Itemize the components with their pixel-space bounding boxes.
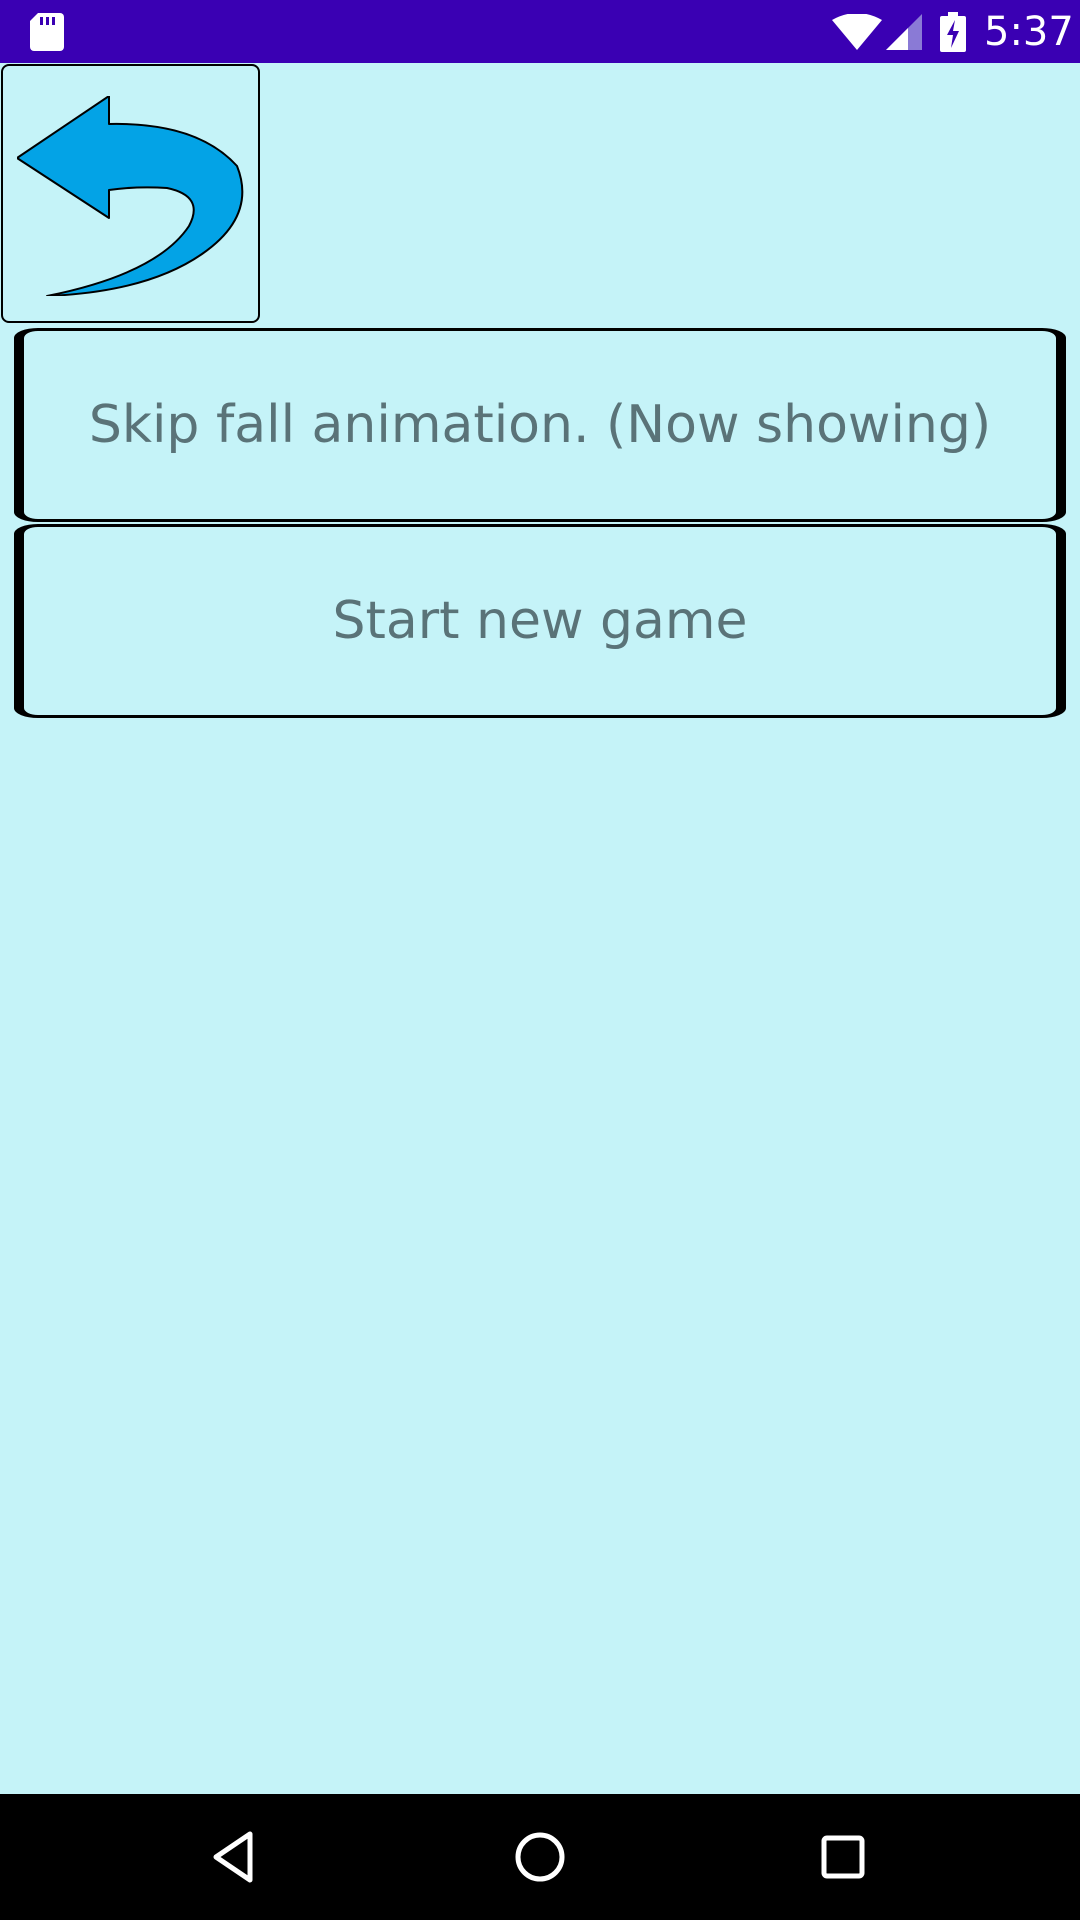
- nav-back-button[interactable]: [202, 1822, 272, 1892]
- wifi-icon: [832, 14, 882, 50]
- battery-charging-icon: [940, 12, 966, 52]
- start-new-game-label: Start new game: [332, 591, 748, 651]
- sd-card-icon: [30, 13, 64, 51]
- skip-fall-animation-button[interactable]: Skip fall animation. (Now showing): [14, 328, 1066, 522]
- signal-icon: [886, 14, 922, 50]
- nav-home-button[interactable]: [505, 1822, 575, 1892]
- status-time: 5:37: [984, 9, 1074, 55]
- undo-arrow-icon: [17, 96, 244, 296]
- nav-recents-button[interactable]: [808, 1822, 878, 1892]
- recents-square-icon: [821, 1835, 865, 1879]
- start-new-game-button[interactable]: Start new game: [14, 524, 1066, 718]
- home-circle-icon: [515, 1832, 565, 1882]
- back-button[interactable]: [1, 64, 260, 323]
- skip-fall-animation-label: Skip fall animation. (Now showing): [88, 395, 992, 455]
- navigation-bar: [0, 1794, 1080, 1920]
- status-bar: 5:37: [0, 0, 1080, 63]
- back-triangle-icon: [213, 1831, 253, 1883]
